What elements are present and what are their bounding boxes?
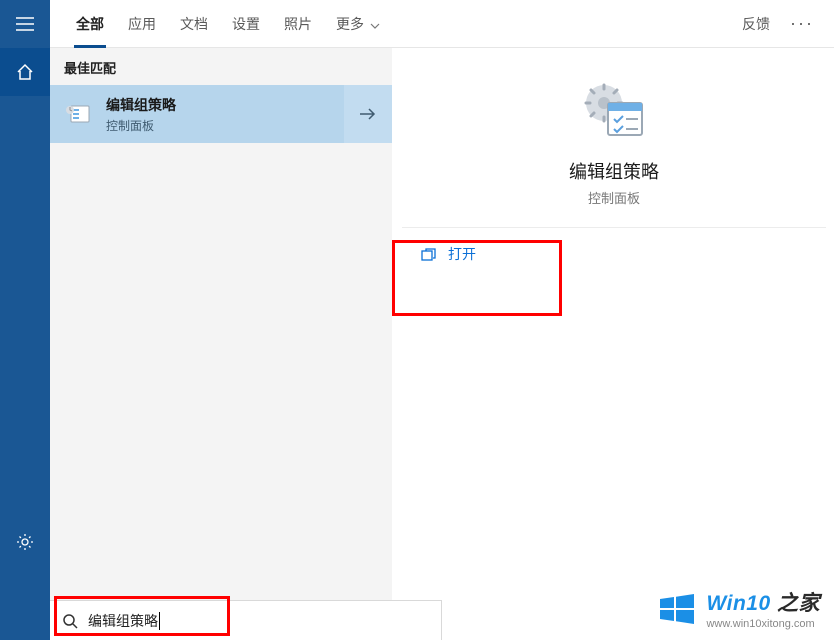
- home-button[interactable]: [0, 48, 50, 96]
- tab-settings[interactable]: 设置: [220, 0, 272, 48]
- section-header-best-match: 最佳匹配: [50, 48, 392, 85]
- search-value: 编辑组策略: [88, 611, 158, 631]
- tab-documents[interactable]: 文档: [168, 0, 220, 48]
- detail-title: 编辑组策略: [569, 158, 659, 184]
- tabbar: 全部 应用 文档 设置 照片 更多 反馈 ···: [50, 0, 834, 48]
- feedback-link[interactable]: 反馈: [736, 14, 776, 34]
- more-menu-button[interactable]: ···: [784, 13, 820, 34]
- hamburger-button[interactable]: [0, 0, 50, 48]
- detail-control-panel-icon: [579, 76, 649, 146]
- open-label: 打开: [448, 244, 476, 264]
- search-bar[interactable]: 编辑组策略: [50, 600, 442, 640]
- watermark-title: Win10 之家: [706, 587, 820, 617]
- chevron-down-icon: [370, 23, 380, 29]
- windows-logo-icon: [656, 589, 696, 629]
- tab-photos[interactable]: 照片: [272, 0, 324, 48]
- best-match-result[interactable]: 编辑组策略 控制面板: [50, 85, 344, 143]
- tab-apps[interactable]: 应用: [116, 0, 168, 48]
- watermark-url: www.win10xitong.com: [706, 618, 814, 630]
- sidebar: [0, 0, 50, 640]
- hamburger-icon: [16, 17, 34, 31]
- result-title: 编辑组策略: [106, 95, 176, 115]
- control-panel-icon: [64, 99, 94, 129]
- gear-icon: [16, 533, 34, 551]
- main-area: 全部 应用 文档 设置 照片 更多 反馈 ··· 最佳匹配: [50, 0, 834, 640]
- detail-card: 编辑组策略 控制面板 打开: [402, 76, 826, 280]
- open-icon: [420, 246, 436, 262]
- tab-all[interactable]: 全部: [64, 0, 116, 48]
- tab-more-label: 更多: [336, 16, 364, 32]
- home-icon: [16, 63, 34, 81]
- watermark: Win10 之家 www.win10xitong.com: [656, 587, 820, 630]
- detail-column: 编辑组策略 控制面板 打开: [392, 48, 834, 640]
- tab-more[interactable]: 更多: [324, 0, 392, 48]
- text-cursor: [159, 612, 160, 630]
- detail-subtitle: 控制面板: [588, 188, 640, 207]
- open-action[interactable]: 打开: [402, 228, 826, 280]
- settings-button[interactable]: [0, 518, 50, 566]
- content: 最佳匹配 编辑组策略: [50, 48, 834, 640]
- result-subtitle: 控制面板: [106, 117, 176, 134]
- arrow-right-icon: [359, 107, 377, 121]
- results-column: 最佳匹配 编辑组策略: [50, 48, 392, 640]
- search-icon: [60, 611, 80, 631]
- result-expand-button[interactable]: [344, 85, 392, 143]
